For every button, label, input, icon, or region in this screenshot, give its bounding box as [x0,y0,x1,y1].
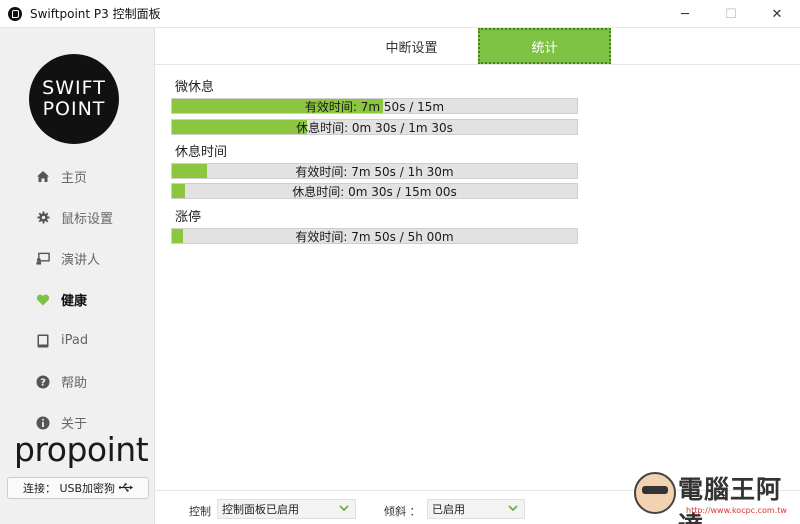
chevron-down-icon [339,502,349,517]
gear-icon [36,211,50,225]
tab-divider [155,64,800,65]
sidebar-item-mouse-settings[interactable]: 鼠标设置 [0,197,155,238]
control-select-value: 控制面板已启用 [222,503,299,516]
sidebar-item-presenter[interactable]: 演讲人 [0,238,155,279]
chevron-down-icon [508,502,518,517]
control-label: 控制 [189,505,211,518]
propoint-brand: propoint [14,430,149,469]
heart-icon [36,293,50,307]
rest-break-active-bar: 有效时间: 7m 50s / 1h 30m [171,163,578,179]
sidebar-item-label: 主页 [61,171,88,186]
micro-break-active-bar: 有效时间: 7m 50s / 15m [171,98,578,114]
micro-break-title: 微休息 [175,80,215,95]
micro-break-rest-bar: 休息时间: 0m 30s / 1m 30s [171,119,578,135]
close-button[interactable]: ✕ [754,0,800,28]
app-logo-icon [8,6,22,21]
minimize-button[interactable]: ─ [662,0,708,28]
rest-break-rest-bar: 休息时间: 0m 30s / 15m 00s [171,183,578,199]
tab-bar: 中断设置 统计 [345,28,611,64]
sidebar-item-label: iPad [61,333,89,348]
connection-status: 连接： USB加密狗 [7,477,149,499]
progress-label: 有效时间: 7m 50s / 5h 00m [295,229,454,244]
connection-label: 连接： USB加密狗 [22,482,116,495]
maximize-button[interactable]: ☐ [708,0,754,28]
info-icon [36,416,50,430]
tab-break-settings[interactable]: 中断设置 [345,28,478,64]
window-title: Swiftpoint P3 控制面板 [30,7,161,21]
sidebar-nav: 主页 鼠标设置 演讲人 健康 iPad ? 帮助 关于 [0,156,155,443]
tilt-select-value: 已启用 [432,503,465,516]
usb-icon [118,482,134,495]
help-icon: ? [36,375,50,389]
rest-break-title: 休息时间 [175,145,228,160]
progress-label: 有效时间: 7m 50s / 1h 30m [295,164,454,179]
watermark-url: http://www.kocpc.com.tw [686,506,787,515]
tilt-select[interactable]: 已启用 [427,499,525,519]
logo-line-2: POINT [42,98,106,120]
control-select[interactable]: 控制面板已启用 [217,499,356,519]
progress-label: 有效时间: 7m 50s / 15m [304,99,445,114]
suspend-active-bar: 有效时间: 7m 50s / 5h 00m [171,228,578,244]
sidebar-item-label: 健康 [61,294,88,309]
progress-label: 休息时间: 0m 30s / 15m 00s [292,184,457,199]
sidebar-item-health[interactable]: 健康 [0,279,155,320]
sidebar: SWIFT POINT 主页 鼠标设置 演讲人 健康 iPad ? 帮助 关于 … [0,28,155,524]
sidebar-item-help[interactable]: ? 帮助 [0,361,155,402]
sidebar-item-ipad[interactable]: iPad [0,320,155,361]
home-icon [36,170,50,184]
svg-text:?: ? [40,377,46,388]
tablet-icon [36,334,50,348]
suspend-title: 涨停 [175,210,202,225]
progress-label: 休息时间: 0m 30s / 1m 30s [296,120,453,135]
watermark-text: 電腦王阿達 [678,475,783,524]
logo-line-1: SWIFT [42,77,106,99]
presenter-icon [36,252,50,266]
tab-statistics[interactable]: 统计 [478,28,611,64]
title-bar: Swiftpoint P3 控制面板 ─ ☐ ✕ [0,0,800,28]
sidebar-item-label: 演讲人 [61,253,101,268]
sidebar-item-home[interactable]: 主页 [0,156,155,197]
sidebar-item-label: 鼠标设置 [61,212,114,227]
watermark: 電腦王阿達 http://www.kocpc.com.tw [626,466,800,524]
mascot-face-icon [634,472,676,514]
swiftpoint-logo: SWIFT POINT [29,54,119,144]
window-controls: ─ ☐ ✕ [662,0,800,28]
tilt-label: 倾斜 ： [384,505,421,518]
sidebar-item-label: 帮助 [61,376,88,391]
